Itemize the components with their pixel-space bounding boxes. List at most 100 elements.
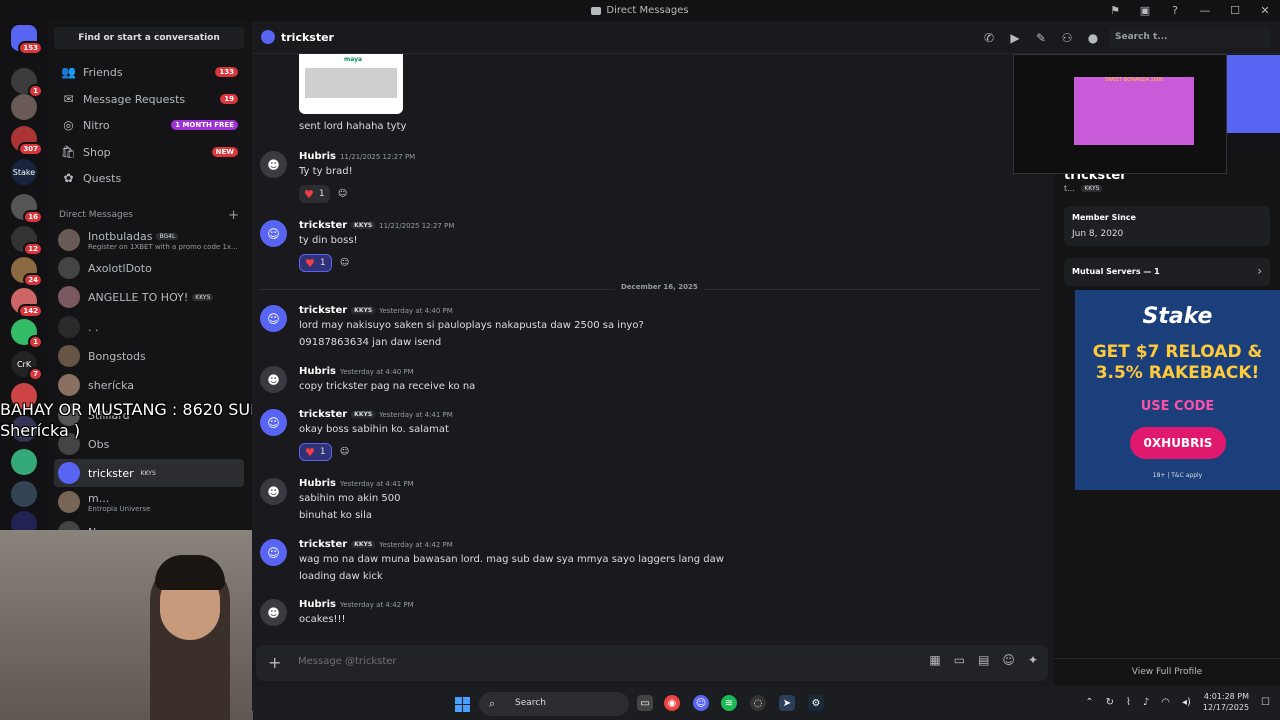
- maximize-button[interactable]: ☐: [1220, 4, 1250, 17]
- server-icon[interactable]: Stake: [11, 159, 37, 185]
- stake-ad[interactable]: Stake GET $7 RELOAD & 3.5% RAKEBACK! USE…: [1075, 290, 1280, 490]
- pin-icon[interactable]: ✎: [1028, 31, 1054, 45]
- server-icon[interactable]: CrK 7: [11, 351, 43, 381]
- files-app-icon[interactable]: ▭: [637, 695, 653, 711]
- message-composer[interactable]: + Message @trickster ▦ ▭ ▤ ☺ ✦: [256, 645, 1048, 681]
- server-icon[interactable]: 1: [11, 68, 43, 98]
- start-button[interactable]: [455, 697, 470, 712]
- avatar[interactable]: ☻: [260, 478, 287, 505]
- author-name[interactable]: trickster: [299, 305, 347, 316]
- author-name[interactable]: Hubris: [299, 151, 336, 162]
- view-full-profile-button[interactable]: View Full Profile: [1054, 658, 1280, 685]
- reaction-count: 1: [318, 189, 325, 199]
- dm-tag: KKYS: [192, 294, 214, 301]
- server-icon[interactable]: [11, 449, 37, 475]
- author-name[interactable]: trickster: [299, 539, 347, 550]
- volume-icon[interactable]: ◂): [1182, 697, 1191, 708]
- wifi-icon[interactable]: ◠: [1161, 697, 1170, 708]
- gift-icon[interactable]: ▦: [929, 653, 940, 667]
- find-conversation-button[interactable]: Find or start a conversation: [54, 27, 244, 49]
- clock[interactable]: 4:01:28 PM 12/17/2025: [1203, 691, 1249, 713]
- author-name[interactable]: Hubris: [299, 366, 336, 377]
- obs-icon[interactable]: ◌: [750, 695, 766, 711]
- heart-reaction[interactable]: ♥ 1: [299, 185, 330, 203]
- spotify-icon[interactable]: ≋: [721, 695, 737, 711]
- dm-item[interactable]: m... Entropia Universe: [54, 488, 244, 516]
- author-name[interactable]: trickster: [299, 220, 347, 231]
- inbox-icon[interactable]: ⚑: [1100, 4, 1130, 17]
- server-icon[interactable]: 1: [11, 319, 43, 349]
- nav-nitro[interactable]: ◎ Nitro 1 MONTH FREE: [54, 113, 244, 137]
- timestamp: Yesterday at 4:40 PM: [379, 307, 453, 315]
- avatar: [58, 316, 80, 338]
- nav-message-requests[interactable]: ✉ Message Requests 19: [54, 87, 244, 111]
- taskbar-search[interactable]: ⌕ Search: [479, 692, 629, 716]
- help-icon[interactable]: ?: [1160, 4, 1190, 17]
- ad-code-button[interactable]: 0XHUBRIS: [1130, 427, 1226, 459]
- mutual-servers-row[interactable]: Mutual Servers — 1 ›: [1064, 258, 1270, 286]
- server-icon[interactable]: 307: [11, 126, 43, 156]
- server-icon[interactable]: 24: [11, 257, 43, 287]
- avatar[interactable]: ☺: [260, 409, 287, 436]
- avatar[interactable]: ☺: [260, 539, 287, 566]
- close-button[interactable]: ✕: [1250, 4, 1280, 17]
- call-icon[interactable]: ✆: [976, 31, 1002, 45]
- nav-shop[interactable]: 🛍 Shop NEW: [54, 140, 244, 164]
- apps-icon[interactable]: ✦: [1028, 653, 1038, 667]
- create-dm-icon[interactable]: +: [228, 208, 239, 223]
- author-name[interactable]: Hubris: [299, 599, 336, 610]
- app-icon[interactable]: ➤: [779, 695, 795, 711]
- dm-item[interactable]: trickster KKYS: [54, 459, 244, 487]
- minimize-button[interactable]: —: [1190, 4, 1220, 17]
- image-attachment[interactable]: maya: [299, 54, 403, 114]
- dm-item[interactable]: AxolotlDoto: [54, 254, 244, 282]
- mic-icon[interactable]: ♪: [1143, 697, 1149, 708]
- nav-quests[interactable]: ✿ Quests: [54, 166, 244, 190]
- screen-icon[interactable]: ▣: [1130, 4, 1160, 17]
- dm-item[interactable]: sherícka: [54, 371, 244, 399]
- avatar[interactable]: ☻: [260, 599, 287, 626]
- ad-use-code: USE CODE: [1140, 399, 1215, 414]
- avatar[interactable]: ☺: [260, 305, 287, 332]
- server-icon[interactable]: 16: [11, 194, 43, 224]
- server-icon[interactable]: 142: [11, 288, 43, 318]
- add-reaction-icon[interactable]: ☺: [334, 185, 352, 203]
- add-reaction-icon[interactable]: ☺: [336, 254, 354, 272]
- attach-plus-icon[interactable]: +: [268, 653, 281, 672]
- server-icon[interactable]: 12: [11, 226, 43, 256]
- user-profile-icon[interactable]: ●: [1080, 31, 1106, 45]
- steam-icon[interactable]: ⚙: [808, 695, 824, 711]
- video-icon[interactable]: ▶: [1002, 31, 1028, 45]
- nav-friends[interactable]: 👥 Friends 133: [54, 60, 244, 84]
- network-icon[interactable]: ⌇: [1126, 697, 1131, 708]
- server-icon[interactable]: [11, 481, 37, 507]
- discord-taskbar-icon[interactable]: ☺: [693, 695, 709, 711]
- server-icon[interactable]: [11, 94, 37, 120]
- avatar[interactable]: ☻: [260, 366, 287, 393]
- emoji-icon[interactable]: ☺: [1002, 653, 1015, 667]
- author-name[interactable]: trickster: [299, 409, 347, 420]
- dm-header-label: Direct Messages: [59, 210, 133, 220]
- gif-icon[interactable]: ▭: [954, 653, 965, 667]
- heart-reaction[interactable]: ♥ 1: [299, 254, 332, 272]
- chat-search-input[interactable]: Search t...: [1109, 28, 1271, 48]
- avatar[interactable]: ☻: [260, 151, 287, 178]
- dm-item[interactable]: . .: [54, 313, 244, 341]
- avatar[interactable]: ☺: [260, 220, 287, 247]
- add-friend-icon[interactable]: ⚇: [1054, 31, 1080, 45]
- server-icon[interactable]: 153: [11, 25, 43, 55]
- dm-item[interactable]: ANGELLE TO HOY! KKYS: [54, 283, 244, 311]
- author-name[interactable]: Hubris: [299, 478, 336, 489]
- message-header: Hubris Yesterday at 4:40 PM: [299, 366, 414, 377]
- sync-icon[interactable]: ↻: [1106, 697, 1114, 708]
- sticker-icon[interactable]: ▤: [978, 653, 989, 667]
- heart-reaction[interactable]: ♥ 1: [299, 443, 332, 461]
- message-text: sabihin mo akin 500: [299, 493, 401, 504]
- notification-icon[interactable]: ☐: [1261, 697, 1270, 708]
- chrome-icon[interactable]: ◉: [664, 695, 680, 711]
- chevron-up-icon[interactable]: ⌃: [1085, 697, 1093, 708]
- dm-item[interactable]: Inotbuladas BG4L Register on 1XBET with a …: [54, 226, 244, 254]
- screen-share-preview[interactable]: SWEET BONANZA 1000: [1013, 54, 1227, 174]
- dm-item[interactable]: Bongstods: [54, 342, 244, 370]
- add-reaction-icon[interactable]: ☺: [336, 443, 354, 461]
